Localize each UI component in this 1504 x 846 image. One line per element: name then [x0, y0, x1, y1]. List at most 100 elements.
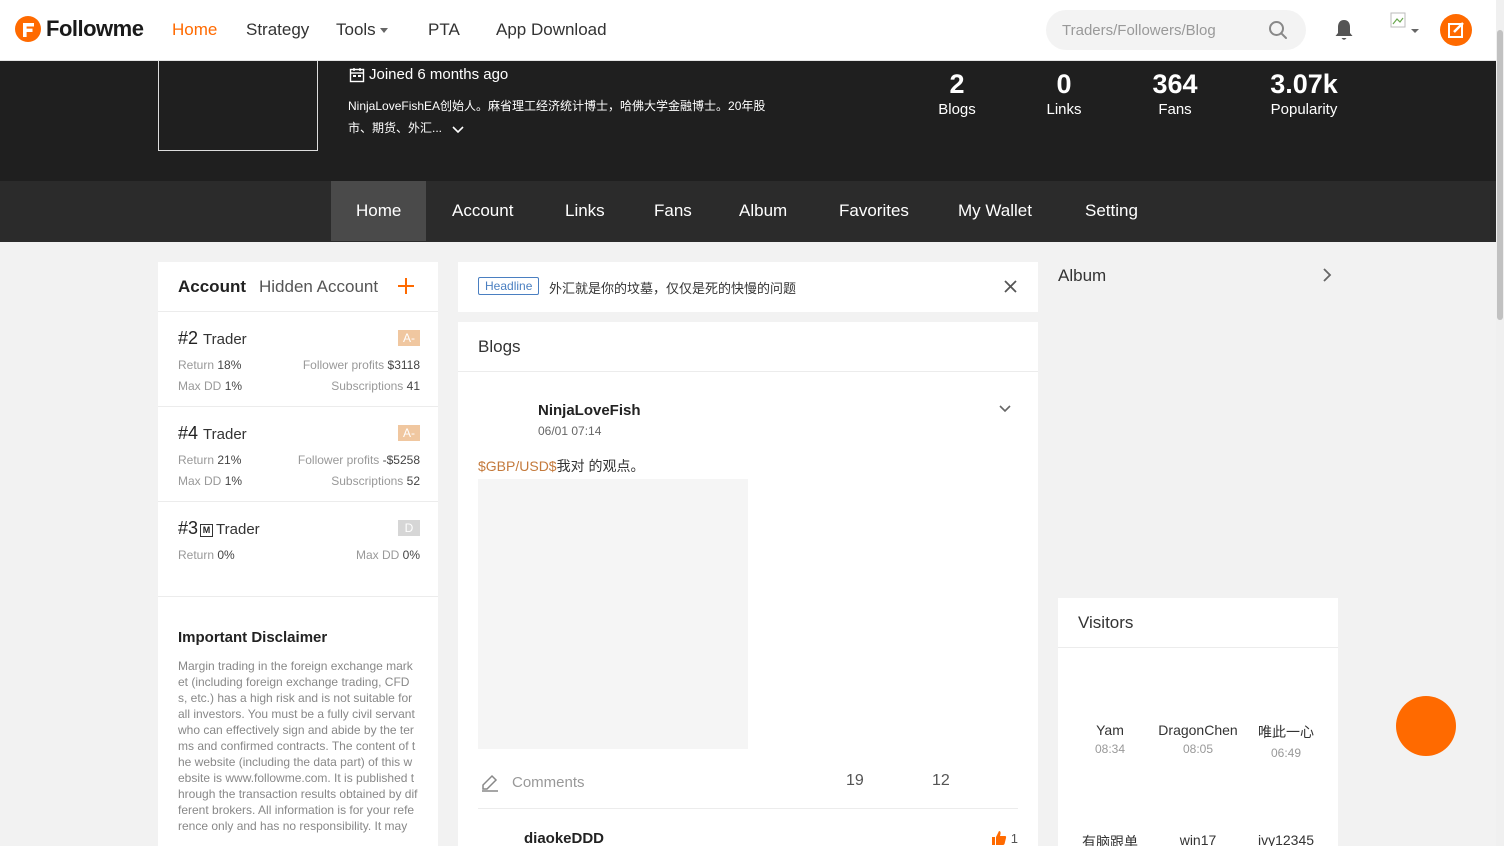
subs-value: 52 [406, 474, 420, 488]
accounts-card: Account Hidden Account #2 Trader A- Retu… [158, 262, 438, 846]
dd-value: 0% [402, 548, 420, 562]
visitor-time: 06:49 [1270, 746, 1302, 760]
stat-label: Popularity [1270, 101, 1338, 118]
top-navbar: Followme Home Strategy Tools PTA App Dow… [0, 0, 1496, 61]
visitor-item[interactable]: win17 [1148, 832, 1248, 846]
account-item[interactable]: #2 Trader A- Return 18% Follower profits… [158, 312, 438, 407]
like-button[interactable]: 1 [991, 830, 1018, 846]
nav-app-download[interactable]: App Download [496, 20, 607, 40]
chevron-right-icon[interactable] [1322, 267, 1332, 283]
post-symbol-link[interactable]: $GBP/USD$ [478, 458, 557, 474]
disclaimer-title: Important Disclaimer [178, 629, 328, 646]
search-input[interactable] [1062, 10, 1262, 50]
account-role: Trader [203, 331, 247, 348]
account-role: Trader [216, 521, 260, 538]
visitor-item[interactable]: Yam 08:34 [1060, 722, 1160, 756]
account-title: #2 Trader [178, 328, 247, 349]
headline-banner: Headline 外汇就是你的坟墓，仅仅是死的快慢的问题 [458, 262, 1038, 312]
post-text: 我对 的观点。 [556, 458, 645, 474]
add-account-icon[interactable] [396, 276, 416, 296]
account-title: #4 Trader [178, 423, 247, 444]
joined-text: Joined 6 months ago [369, 66, 509, 83]
stat-fans[interactable]: 364 Fans [1145, 69, 1205, 118]
search-icon[interactable] [1268, 20, 1288, 40]
visitor-name: 有脑跟单 [1082, 834, 1138, 846]
profile-tabs: Home Account Links Fans Album Favorites … [0, 181, 1496, 242]
account-stats-row: Return 18% Follower profits $3118 [178, 358, 420, 372]
post-count-b[interactable]: 12 [932, 772, 950, 790]
album-section[interactable]: Album [1058, 262, 1338, 292]
visitor-name: 唯此一心 [1258, 724, 1314, 740]
subs-value: 41 [406, 379, 420, 393]
floating-action-button[interactable] [1396, 696, 1456, 756]
subs-label: Subscriptions [331, 474, 404, 488]
return-value: 21% [217, 453, 242, 467]
nav-tools[interactable]: Tools [336, 20, 388, 40]
nav-home[interactable]: Home [172, 20, 217, 40]
comment-edit-icon[interactable] [480, 772, 500, 792]
stat-label: Fans [1158, 101, 1192, 118]
tab-links[interactable]: Links [540, 181, 630, 241]
write-post-button[interactable] [1440, 14, 1472, 46]
stat-popularity[interactable]: 3.07k Popularity [1262, 69, 1346, 118]
return-label: Return [178, 453, 215, 467]
disclaimer-body: Margin trading in the foreign exchange m… [178, 659, 418, 833]
tab-hidden-account[interactable]: Hidden Account [259, 277, 378, 297]
bell-icon[interactable] [1333, 18, 1355, 42]
followme-logo[interactable]: Followme [14, 14, 144, 44]
profile-bio: NinjaLoveFishEA创始人。麻省理工经济统计博士，哈佛大学金融博士。2… [348, 95, 778, 139]
search-box [1046, 10, 1306, 50]
dd-value: 1% [224, 474, 243, 488]
chevron-down-icon[interactable] [998, 404, 1012, 414]
tab-favorites[interactable]: Favorites [814, 181, 934, 241]
dd-value: 1% [224, 379, 243, 393]
album-title: Album [1058, 266, 1107, 285]
user-avatar-menu[interactable] [1390, 12, 1420, 40]
account-stats-row: Return 0% Max DD 0% [178, 548, 420, 562]
post-count-a[interactable]: 19 [846, 772, 864, 790]
page-scrollbar[interactable] [1496, 0, 1504, 846]
stat-label: Blogs [938, 101, 976, 118]
tab-setting[interactable]: Setting [1060, 181, 1163, 241]
profile-avatar[interactable] [158, 61, 318, 151]
visitor-item[interactable]: ivy12345 [1236, 832, 1336, 846]
stat-value: 364 [1152, 69, 1198, 99]
profit-value: $3118 [387, 358, 420, 372]
scrollbar-thumb[interactable] [1497, 30, 1503, 320]
chevron-down-icon[interactable] [451, 124, 465, 134]
account-stats-row: Max DD 1% Subscriptions 52 [178, 474, 420, 488]
tab-account-list[interactable]: Account [178, 277, 246, 297]
nav-pta[interactable]: PTA [428, 20, 460, 40]
tab-home[interactable]: Home [331, 181, 427, 241]
comments-label[interactable]: Comments [512, 774, 585, 791]
dd-label: Max DD [355, 548, 400, 562]
visitor-item[interactable]: 唯此一心 06:49 [1236, 722, 1336, 760]
stat-blogs[interactable]: 2 Blogs [930, 69, 984, 118]
account-item[interactable]: #3 M Trader D Return 0% Max DD 0% [158, 502, 438, 597]
caret-down-icon [379, 28, 388, 34]
headline-text[interactable]: 外汇就是你的坟墓，仅仅是死的快慢的问题 [549, 278, 796, 297]
bio-text: NinjaLoveFishEA创始人。麻省理工经济统计博士，哈佛大学金融博士。2… [348, 99, 766, 135]
account-item[interactable]: #4 Trader A- Return 21% Follower profits… [158, 407, 438, 502]
thumbs-up-icon [991, 831, 1006, 845]
visitor-name: DragonChen [1158, 722, 1238, 738]
post-content: $GBP/USD$我对 的观点。 [478, 456, 644, 476]
like-count: 1 [1010, 830, 1018, 846]
nav-strategy[interactable]: Strategy [246, 20, 309, 40]
tab-account[interactable]: Account [427, 181, 538, 241]
tab-fans[interactable]: Fans [629, 181, 717, 241]
close-icon[interactable] [1003, 279, 1018, 294]
post-image[interactable] [478, 479, 748, 749]
dd-label: Max DD [178, 379, 222, 393]
post-author[interactable]: NinjaLoveFish [538, 402, 641, 419]
mam-badge-icon: M [200, 524, 214, 537]
account-rank: #3 [178, 518, 199, 538]
account-title: #3 M Trader [178, 518, 260, 539]
stat-links[interactable]: 0 Links [1038, 69, 1090, 118]
comment-author[interactable]: diaokeDDD [524, 830, 604, 846]
visitor-name: win17 [1179, 832, 1217, 846]
tab-my-wallet[interactable]: My Wallet [933, 181, 1057, 241]
visitor-item[interactable]: DragonChen 08:05 [1148, 722, 1248, 756]
tab-album[interactable]: Album [714, 181, 812, 241]
visitor-item[interactable]: 有脑跟单 [1060, 832, 1160, 846]
